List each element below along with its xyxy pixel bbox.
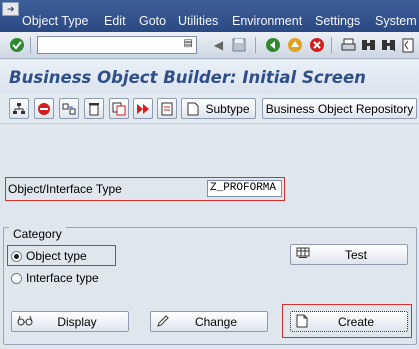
program-button[interactable] xyxy=(157,98,177,119)
menu-system[interactable]: System xyxy=(375,14,417,28)
application-toolbar: Subtype Business Object Repository xyxy=(0,93,419,124)
copy-icon xyxy=(112,102,126,115)
object-interface-type-row: Object/Interface Type Z_PROFORMA xyxy=(5,177,285,201)
create-label: Create xyxy=(337,314,375,329)
menu-environment[interactable]: Environment xyxy=(232,14,302,28)
find-icon[interactable] xyxy=(360,37,377,53)
standard-toolbar: ▤ ◀ xyxy=(0,32,419,59)
change-button[interactable]: Change xyxy=(150,311,268,332)
radio-button-selected[interactable] xyxy=(11,250,22,262)
document-icon xyxy=(296,314,308,331)
title-bar: Business Object Builder: Initial Screen xyxy=(0,60,419,93)
relocate-button[interactable] xyxy=(59,98,79,119)
page-title: Business Object Builder: Initial Screen xyxy=(9,68,366,87)
print-icon[interactable] xyxy=(340,37,357,53)
copy-button[interactable] xyxy=(109,98,129,119)
command-field[interactable]: ▤ xyxy=(37,36,197,54)
radio-button-unselected[interactable] xyxy=(11,272,22,284)
business-object-repository-button[interactable]: Business Object Repository xyxy=(262,98,417,119)
category-title: Category xyxy=(9,227,66,241)
menu-utilities[interactable]: Utilities xyxy=(178,14,218,28)
menu-settings[interactable]: Settings xyxy=(315,14,360,28)
transfer-icon xyxy=(62,103,76,114)
business-object-repository-label: Business Object Repository xyxy=(265,101,414,116)
radio-interface-type[interactable]: Interface type xyxy=(11,271,99,285)
display-button[interactable]: Display xyxy=(11,311,129,332)
cancel-icon[interactable] xyxy=(308,37,325,53)
toolbar-separator xyxy=(255,37,256,53)
command-input[interactable] xyxy=(38,37,176,53)
first-page-icon[interactable] xyxy=(400,37,417,53)
subtype-label: Subtype xyxy=(205,101,250,116)
toolbar-separator xyxy=(30,37,31,53)
exit-icon[interactable] xyxy=(286,37,303,53)
fast-forward-icon xyxy=(137,103,149,114)
delete-button[interactable] xyxy=(84,98,104,119)
find-next-icon[interactable] xyxy=(380,37,397,53)
category-group: Category Object type Interface type Test… xyxy=(3,227,417,345)
delete-object-button[interactable] xyxy=(34,98,54,119)
subtype-button[interactable]: Subtype xyxy=(181,98,256,119)
enter-check-icon[interactable] xyxy=(8,37,25,53)
glasses-icon xyxy=(17,314,33,329)
hierarchy-icon xyxy=(13,102,25,114)
object-interface-type-input[interactable]: Z_PROFORMA xyxy=(207,180,282,197)
radio-object-type-label: Object type xyxy=(26,249,87,263)
test-icon xyxy=(296,247,310,262)
test-button[interactable]: Test xyxy=(290,244,408,265)
object-interface-type-label: Object/Interface Type xyxy=(8,182,122,196)
radio-object-type[interactable]: Object type xyxy=(11,249,87,263)
radio-interface-type-label: Interface type xyxy=(26,271,99,285)
save-icon[interactable] xyxy=(230,37,247,53)
where-used-button[interactable] xyxy=(9,98,29,119)
sap-menu-icon[interactable]: ➜ xyxy=(2,2,19,16)
create-button[interactable]: Create xyxy=(290,311,408,332)
menu-goto[interactable]: Goto xyxy=(139,14,166,28)
pencil-icon xyxy=(156,314,170,331)
toolbar-separator xyxy=(331,37,332,53)
trash-icon xyxy=(89,102,99,115)
no-entry-icon xyxy=(38,102,50,115)
program-icon xyxy=(161,102,173,115)
back-arrow-icon[interactable]: ◀ xyxy=(210,37,227,53)
menu-edit[interactable]: Edit xyxy=(104,14,126,28)
generate-button[interactable] xyxy=(133,98,153,119)
document-icon xyxy=(187,102,199,115)
command-pad-icon[interactable]: ▤ xyxy=(184,38,193,49)
back-icon[interactable] xyxy=(264,37,281,53)
menu-object-type[interactable]: Object Type xyxy=(22,14,88,28)
